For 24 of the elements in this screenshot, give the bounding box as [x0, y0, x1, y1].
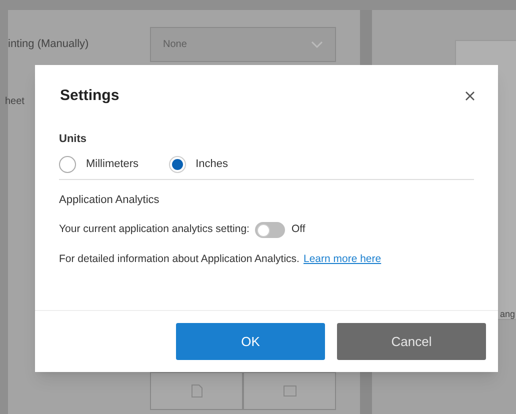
dialog-title: Settings [60, 86, 120, 106]
field-label: inting (Manually) [8, 37, 90, 52]
image-button[interactable] [243, 372, 336, 410]
setting-label: Your current application analytics setting: [59, 222, 250, 238]
radio-option[interactable]: Inches [168, 156, 228, 172]
radio-button[interactable] [168, 156, 186, 172]
frame-icon [282, 385, 296, 397]
info-text: For detailed information about Application Analytics. [59, 252, 300, 267]
cancel-button[interactable]: Cancel [337, 323, 486, 360]
radio-button[interactable] [59, 156, 76, 172]
learn-more-link[interactable]: Learn more here [303, 252, 382, 268]
document-icon [190, 384, 202, 398]
section-label: Units [59, 132, 86, 144]
toggle-state: Off [291, 222, 306, 238]
dropdown[interactable]: None [150, 27, 336, 62]
section-heading: Application Analytics [59, 192, 160, 208]
file-button[interactable] [150, 372, 243, 410]
ok-button[interactable]: OK [176, 323, 325, 360]
chevron-down-icon [311, 40, 323, 48]
radio-option[interactable]: Millimeters [59, 156, 139, 172]
close-icon [465, 91, 475, 102]
toggle-switch[interactable] [255, 222, 286, 238]
field-label: heet [5, 96, 24, 107]
label-text: ang [500, 308, 516, 321]
